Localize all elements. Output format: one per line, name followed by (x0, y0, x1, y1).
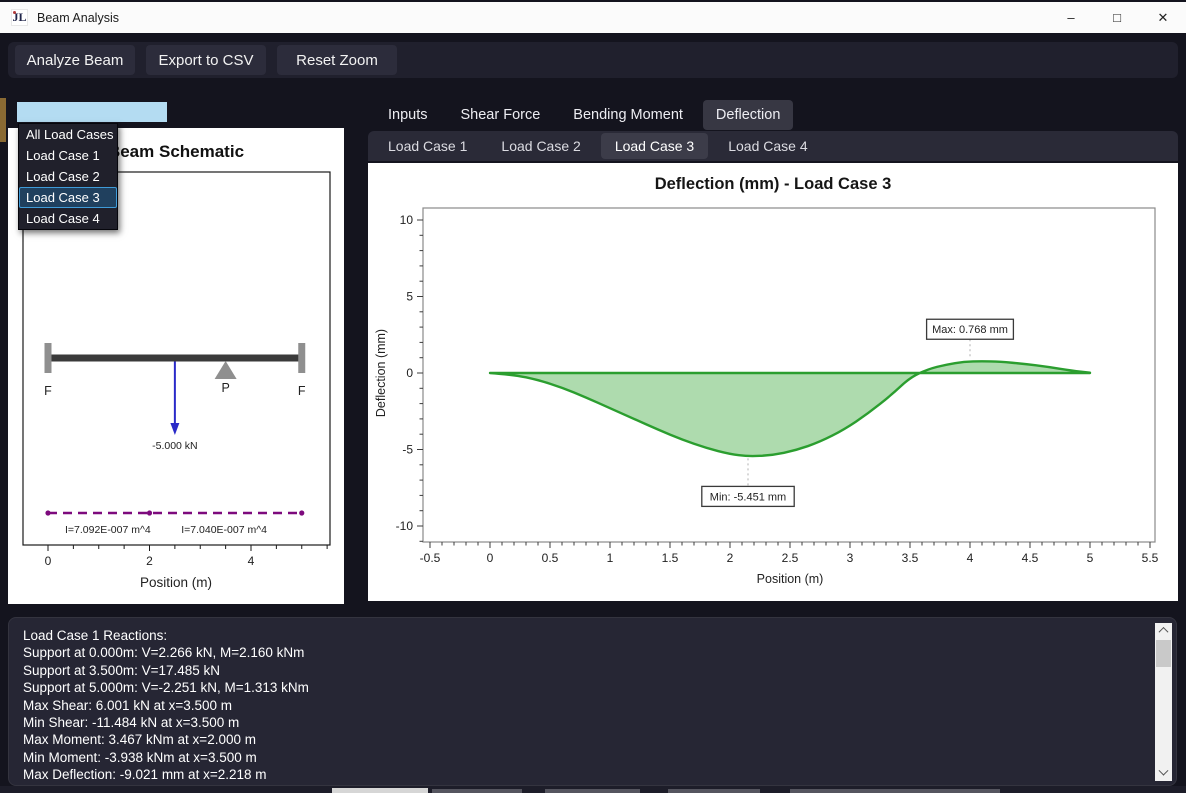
analyze-beam-button[interactable]: Analyze Beam (15, 45, 135, 75)
svg-text:0: 0 (487, 551, 494, 565)
annotation-text: Min: -5.451 mm (710, 491, 786, 503)
fixed-support (298, 343, 305, 373)
close-button[interactable]: ✕ (1140, 2, 1186, 33)
inertia-marker (147, 510, 152, 515)
cutoff-bottom-row (0, 786, 1186, 793)
edge-artifact (0, 98, 6, 142)
subtab-load-case-1[interactable]: Load Case 1 (374, 133, 481, 159)
tab-deflection[interactable]: Deflection (703, 100, 793, 130)
deflection-chart-area: -0.5 0 0.5 1 1.5 2 2.5 3 3.5 4 4.5 5 5.5 -10 -5 0 5 10 Pos… (368, 163, 1178, 601)
svg-text:4: 4 (248, 554, 255, 568)
svg-text:5: 5 (406, 290, 413, 304)
window-title: Beam Analysis (37, 11, 119, 25)
cutoff-content-fragment (668, 789, 760, 793)
tab-shear-force[interactable]: Shear Force (448, 100, 554, 130)
scroll-down-icon[interactable] (1155, 766, 1172, 781)
output-line: Support at 5.000m: V=-2.251 kN, M=1.313 … (23, 679, 1146, 696)
dropdown-option-load-case-4[interactable]: Load Case 4 (19, 208, 117, 229)
cutoff-content-fragment (790, 789, 1000, 793)
load-case-dropdown-list: All Load CasesLoad Case 1Load Case 2Load… (18, 123, 118, 230)
svg-text:-10: -10 (396, 519, 414, 533)
tab-inputs[interactable]: Inputs (375, 100, 441, 130)
maximize-button[interactable]: □ (1094, 2, 1140, 33)
deflection-chart[interactable]: -0.5 0 0.5 1 1.5 2 2.5 3 3.5 4 4.5 5 5.5 -10 -5 0 5 10 Pos… (368, 163, 1178, 601)
output-log-text: Load Case 1 Reactions:Support at 0.000m:… (23, 627, 1146, 784)
cutoff-content-fragment (545, 789, 640, 793)
output-scrollbar[interactable] (1155, 623, 1172, 781)
svg-text:0: 0 (406, 366, 413, 380)
svg-text:2: 2 (146, 554, 153, 568)
output-line: Max Moment: 3.467 kNm at x=2.000 m (23, 731, 1146, 748)
support-label: F (298, 384, 306, 398)
dropdown-option-load-case-3[interactable]: Load Case 3 (19, 187, 117, 208)
svg-text:-5: -5 (402, 443, 413, 457)
output-line: Max Shear: 6.001 kN at x=3.500 m (23, 697, 1146, 714)
support-label: P (221, 381, 229, 395)
output-line: Min Shear: -11.484 kN at x=3.500 m (23, 714, 1146, 731)
cutoff-content-fragment (332, 788, 428, 793)
reset-zoom-button[interactable]: Reset Zoom (277, 45, 397, 75)
minimize-button[interactable]: – (1048, 2, 1094, 33)
svg-text:-0.5: -0.5 (420, 551, 441, 565)
subtab-load-case-3[interactable]: Load Case 3 (601, 133, 708, 159)
subtab-load-case-2[interactable]: Load Case 2 (487, 133, 594, 159)
output-line: Min Moment: -3.938 kNm at x=3.500 m (23, 749, 1146, 766)
output-line: Load Case 1 Reactions: (23, 627, 1146, 644)
annotation-text: Max: 0.768 mm (932, 324, 1008, 336)
y-axis-label: Deflection (mm) (374, 329, 388, 417)
svg-text:10: 10 (400, 213, 414, 227)
export-to-csv-button[interactable]: Export to CSV (146, 45, 266, 75)
tab-bending-moment[interactable]: Bending Moment (560, 100, 696, 130)
dropdown-option-load-case-2[interactable]: Load Case 2 (19, 166, 117, 187)
svg-text:3: 3 (847, 551, 854, 565)
main-tab-bar: InputsShear ForceBending MomentDeflectio… (368, 100, 1178, 130)
x-axis-label: Position (m) (757, 572, 824, 586)
scrollbar-thumb[interactable] (1156, 640, 1171, 667)
svg-text:2.5: 2.5 (782, 551, 799, 565)
svg-text:1: 1 (607, 551, 614, 565)
inertia-label: I=7.040E-007 m^4 (181, 524, 267, 536)
chart-title: Deflection (mm) - Load Case 3 (368, 175, 1178, 194)
julia-logo-dot (13, 11, 16, 14)
svg-text:0: 0 (45, 554, 52, 568)
svg-text:1.5: 1.5 (662, 551, 679, 565)
inertia-label: I=7.092E-007 m^4 (65, 524, 151, 536)
x-axis-ticks (48, 545, 327, 551)
output-line: Support at 3.500m: V=17.485 kN (23, 662, 1146, 679)
svg-text:3.5: 3.5 (902, 551, 919, 565)
dropdown-option-load-case-1[interactable]: Load Case 1 (19, 145, 117, 166)
svg-text:5: 5 (1087, 551, 1094, 565)
fixed-support (45, 343, 52, 373)
output-log-panel[interactable]: Load Case 1 Reactions:Support at 0.000m:… (8, 617, 1177, 786)
window-controls: – □ ✕ (1048, 2, 1186, 33)
cutoff-content-fragment (432, 789, 522, 793)
support-label: F (44, 384, 52, 398)
output-line: Support at 0.000m: V=2.266 kN, M=2.160 k… (23, 644, 1146, 661)
load-case-combobox[interactable] (17, 102, 167, 122)
svg-text:5.5: 5.5 (1142, 551, 1159, 565)
x-axis-ticks (430, 542, 1150, 548)
inertia-marker (299, 510, 304, 515)
svg-text:2: 2 (727, 551, 734, 565)
y-axis-ticks (417, 220, 423, 541)
toolbar: Analyze Beam Export to CSV Reset Zoom (8, 42, 1178, 78)
dropdown-option-all-load-cases[interactable]: All Load Cases (19, 124, 117, 145)
subtab-load-case-4[interactable]: Load Case 4 (714, 133, 821, 159)
svg-text:4: 4 (967, 551, 974, 565)
scroll-up-icon[interactable] (1155, 623, 1172, 638)
beam-bar (48, 355, 302, 362)
title-bar: JL Beam Analysis – □ ✕ (0, 0, 1186, 33)
svg-text:4.5: 4.5 (1022, 551, 1039, 565)
output-line: Max Deflection: -9.021 mm at x=2.218 m (23, 766, 1146, 783)
app-icon: JL (11, 9, 28, 26)
load-case-tab-bar: Load Case 1Load Case 2 Load Case 3Load Ca… (368, 131, 1178, 161)
inertia-marker (45, 510, 50, 515)
svg-text:0.5: 0.5 (542, 551, 559, 565)
app-window: JL Beam Analysis – □ ✕ Analyze Beam Expor… (0, 0, 1186, 793)
load-label: -5.000 kN (152, 440, 198, 452)
x-axis-label: Position (m) (140, 575, 212, 590)
